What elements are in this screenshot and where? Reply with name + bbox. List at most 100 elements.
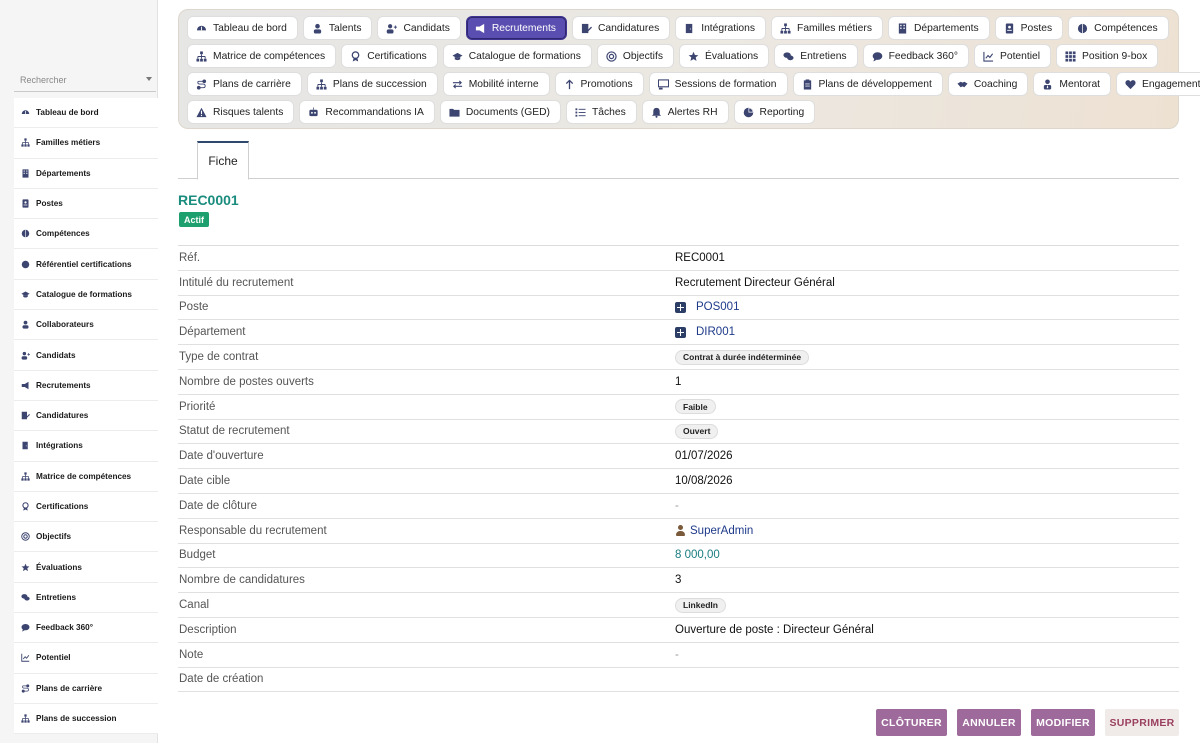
nav-chip-plans-de-developpement[interactable]: Plans de développement xyxy=(792,72,943,96)
sidebar-item-matrice-de-competences[interactable]: Matrice de compétences xyxy=(14,462,158,492)
detail-row-responsable-du-recrutement: Responsable du recrutement SuperAdmin xyxy=(178,519,1179,544)
chevron-down-icon[interactable] xyxy=(146,77,152,81)
detail-row-priorite: Priorité Faible xyxy=(178,395,1179,420)
value-text: Recrutement Directeur Général xyxy=(675,276,835,289)
brain-icon xyxy=(21,229,30,238)
megaphone-icon xyxy=(475,23,486,34)
sidebar-item-familles-metiers[interactable]: Familles métiers xyxy=(14,128,158,159)
nav-chip-candidats[interactable]: Candidats xyxy=(377,16,461,40)
nav-chip-label: Promotions xyxy=(580,78,633,90)
nav-chip-matrice-de-competences[interactable]: Matrice de compétences xyxy=(187,44,337,68)
value-link[interactable]: DIR001 xyxy=(696,326,735,338)
edit-button[interactable]: MODIFIER xyxy=(1031,709,1095,736)
sidebar-item-collaborateurs[interactable]: Collaborateurs xyxy=(14,310,158,341)
nav-chip-label: Entretiens xyxy=(800,50,847,62)
nav-chip-engagement[interactable]: Engagement xyxy=(1116,72,1200,96)
nav-chip-potentiel[interactable]: Potentiel xyxy=(973,44,1052,68)
sidebar-item-recrutements[interactable]: Recrutements xyxy=(14,371,158,401)
sidebar-item-objectifs[interactable]: Objectifs xyxy=(14,522,158,553)
value-link[interactable]: SuperAdmin xyxy=(690,525,753,537)
sidebar-item-tableau-de-bord[interactable]: Tableau de bord xyxy=(14,98,158,129)
value-badge: Contrat à durée indéterminée xyxy=(675,349,810,365)
nav-chip-competences[interactable]: Compétences xyxy=(1068,16,1169,40)
sidebar-item-plans-de-carriere[interactable]: Plans de carrière xyxy=(14,674,158,704)
tab-bar: Fiche xyxy=(178,141,1179,180)
arrows-icon xyxy=(452,79,463,90)
nav-chip-certifications[interactable]: Certifications xyxy=(341,44,438,68)
nav-row: Tableau de bord Talents Candidats Recruteme… xyxy=(187,16,1174,40)
sidebar-item-postes[interactable]: Postes xyxy=(14,189,158,220)
nav-chip-label: Recommandations IA xyxy=(325,106,424,118)
nav-chip-plans-de-carriere[interactable]: Plans de carrière xyxy=(187,72,302,96)
sidebar-item-evaluations[interactable]: Évaluations xyxy=(14,552,158,583)
nav-chip-position-9-box[interactable]: Position 9-box xyxy=(1056,44,1159,68)
nav-chip-plans-de-succession[interactable]: Plans de succession xyxy=(306,72,438,96)
nav-chip-documents-ged[interactable]: Documents (GED) xyxy=(439,100,561,124)
sidebar-item-competences[interactable]: Compétences xyxy=(14,219,158,250)
building-icon xyxy=(21,169,30,178)
detail-label: Budget xyxy=(179,549,216,562)
search-input[interactable]: Rechercher xyxy=(14,68,156,92)
nav-chip-recrutements[interactable]: Recrutements xyxy=(465,16,567,40)
detail-value: - xyxy=(675,500,679,512)
value-badge: LinkedIn xyxy=(675,597,726,613)
sidebar-item-entretiens[interactable]: Entretiens xyxy=(14,583,158,614)
nav-chip-label: Potentiel xyxy=(999,50,1041,62)
sidebar-item-plans-de-succession[interactable]: Plans de succession xyxy=(14,704,158,735)
chart-line-icon xyxy=(21,653,30,663)
detail-row-departement: Département DIR001 xyxy=(178,320,1179,346)
sidebar-item-feedback-360[interactable]: Feedback 360° xyxy=(14,613,158,644)
robot-icon xyxy=(308,106,319,118)
detail-row-ref: Réf. REC0001 xyxy=(178,246,1179,271)
cancel-button[interactable]: ANNULER xyxy=(957,709,1021,736)
nav-chip-label: Matrice de compétences xyxy=(213,50,326,62)
nav-chip-candidatures[interactable]: Candidatures xyxy=(571,16,671,40)
nav-chip-label: Mentorat xyxy=(1059,78,1101,90)
sidebar-item-candidatures[interactable]: Candidatures xyxy=(14,401,158,432)
sidebar-item-departements[interactable]: Départements xyxy=(14,159,158,189)
nav-chip-feedback-360[interactable]: Feedback 360° xyxy=(862,44,969,68)
target-icon xyxy=(21,532,30,542)
detail-row-note: Note - xyxy=(178,643,1179,668)
sidebar-item-integrations[interactable]: Intégrations xyxy=(14,431,158,462)
nav-chip-sessions-de-formation[interactable]: Sessions de formation xyxy=(648,72,788,96)
nav-chip-catalogue-de-formations[interactable]: Catalogue de formations xyxy=(442,44,592,68)
nav-chip-recommandations-ia[interactable]: Recommandations IA xyxy=(299,100,435,124)
nav-chip-departements[interactable]: Départements xyxy=(887,16,990,40)
nav-chip-mentorat[interactable]: Mentorat xyxy=(1033,72,1112,96)
nav-chip-promotions[interactable]: Promotions xyxy=(554,72,644,96)
route-icon xyxy=(21,684,30,693)
sidebar-item-catalogue-de-formations[interactable]: Catalogue de formations xyxy=(14,280,158,311)
nav-chip-objectifs[interactable]: Objectifs xyxy=(596,44,674,68)
sidebar-item-label: Évaluations xyxy=(36,562,82,572)
nav-chip-mobilite-interne[interactable]: Mobilité interne xyxy=(442,72,550,96)
value-link[interactable]: POS001 xyxy=(696,301,739,313)
nav-chip-evaluations[interactable]: Évaluations xyxy=(678,44,770,68)
nav-chip-label: Mobilité interne xyxy=(468,78,539,90)
building-icon xyxy=(675,326,686,338)
nav-chip-tableau-de-bord[interactable]: Tableau de bord xyxy=(187,16,298,40)
nav-chip-alertes-rh[interactable]: Alertes RH xyxy=(641,100,729,124)
nav-chip-integrations[interactable]: Intégrations xyxy=(675,16,767,40)
close-button[interactable]: CLÔTURER xyxy=(876,709,947,736)
sidebar-item-potentiel[interactable]: Potentiel xyxy=(14,643,158,674)
file-pen-icon xyxy=(21,411,30,420)
nav-chip-coaching[interactable]: Coaching xyxy=(947,72,1029,96)
nav-chip-postes[interactable]: Postes xyxy=(994,16,1064,40)
nav-chip-risques-talents[interactable]: Risques talents xyxy=(187,100,295,124)
nav-chip-taches[interactable]: Tâches xyxy=(565,100,637,124)
detail-row-budget: Budget 8 000,00 xyxy=(178,544,1179,569)
sidebar-item-label: Matrice de compétences xyxy=(36,471,132,481)
nav-chip-reporting[interactable]: Reporting xyxy=(733,100,816,124)
dashboard-icon xyxy=(196,23,207,34)
nav-chip-familles-metiers[interactable]: Familles métiers xyxy=(771,16,883,40)
nav-chip-label: Engagement xyxy=(1142,78,1200,90)
nav-chip-entretiens[interactable]: Entretiens xyxy=(774,44,858,68)
sidebar-item-candidats[interactable]: Candidats xyxy=(14,340,158,371)
delete-button[interactable]: SUPPRIMER xyxy=(1105,709,1179,736)
tab-fiche[interactable]: Fiche xyxy=(197,141,249,180)
sidebar-item-certifications[interactable]: Certifications xyxy=(14,492,158,523)
sidebar-item-referentiel-certifications[interactable]: Référentiel certifications xyxy=(14,249,158,280)
door-icon xyxy=(684,23,695,34)
nav-chip-talents[interactable]: Talents xyxy=(302,16,373,40)
